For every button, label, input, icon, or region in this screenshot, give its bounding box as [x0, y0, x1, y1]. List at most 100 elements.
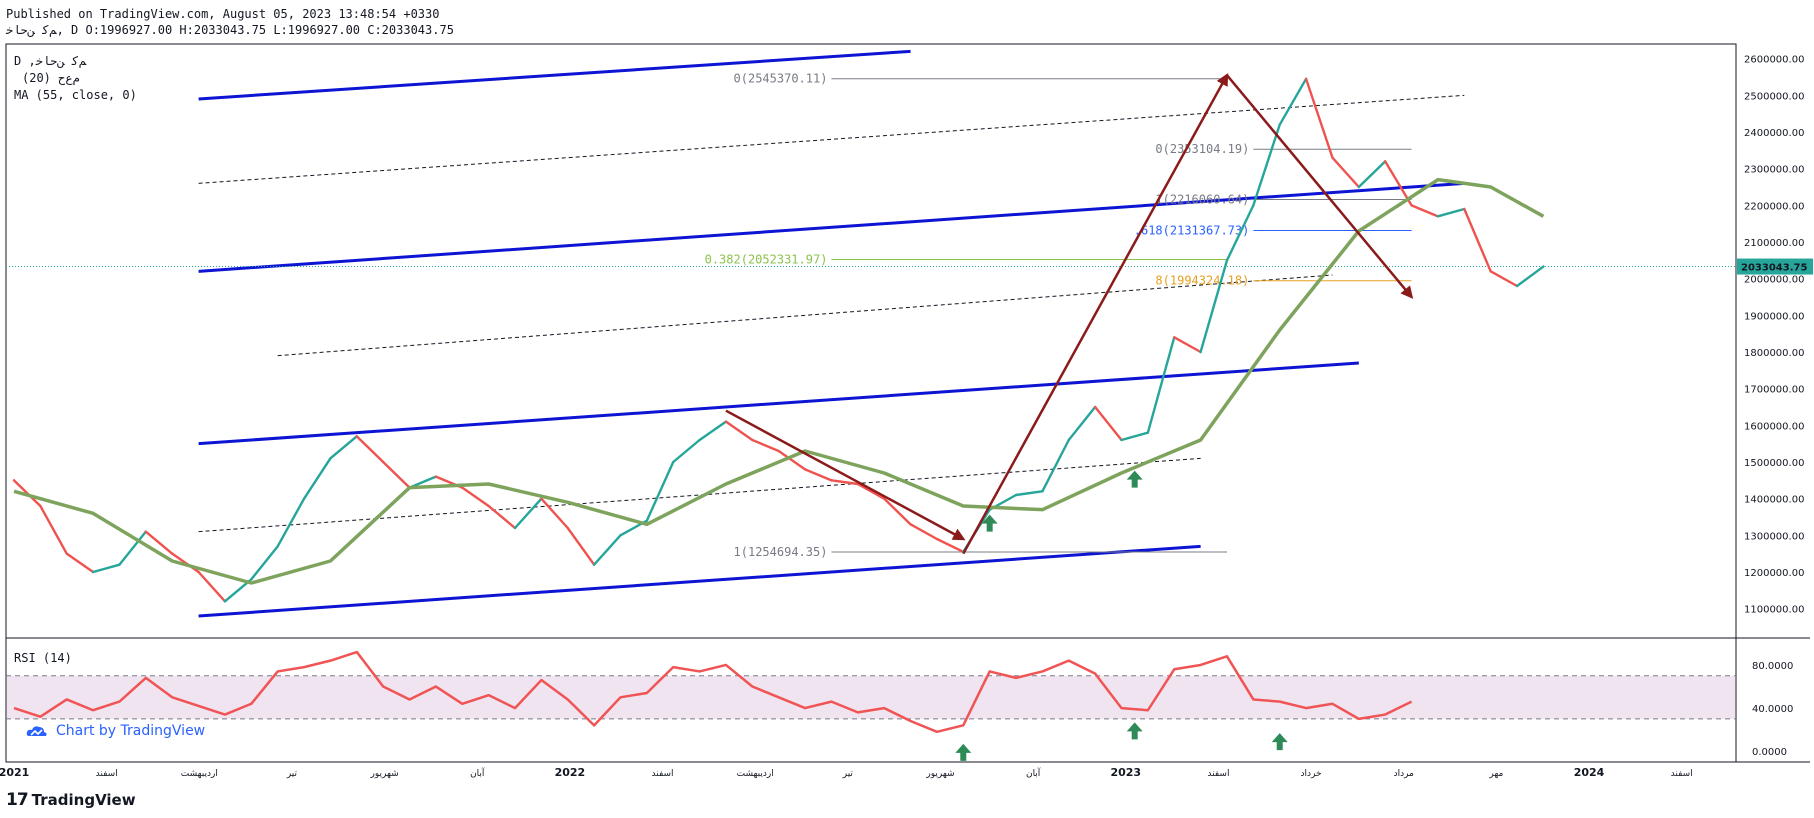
time-tick-label: شهریور — [925, 769, 954, 779]
price-candle-segment — [1067, 405, 1097, 442]
tradingview-logo-text: TradingView — [31, 791, 136, 809]
chart-credit-text: Chart by TradingView — [56, 723, 206, 739]
rsi-pane[interactable] — [6, 650, 1736, 761]
cloud-icon — [26, 726, 47, 736]
price-candle-segment — [1304, 77, 1334, 159]
price-candle-segment — [1357, 160, 1387, 189]
price-candle-segment — [144, 530, 174, 555]
price-tick-label: 2400000.00 — [1744, 128, 1804, 139]
price-tick-label: 1800000.00 — [1744, 348, 1804, 359]
price-candle-segment — [1093, 405, 1123, 442]
price-tick-label: 1300000.00 — [1744, 531, 1804, 542]
price-tick-label: 1100000.00 — [1744, 605, 1804, 616]
time-tick-label: آبان — [1026, 767, 1041, 779]
time-tick-label: 2021 — [0, 766, 29, 779]
time-tick-label: اسفند — [652, 769, 674, 779]
price-candle-segment — [513, 497, 543, 530]
trend-arrow-0 — [725, 409, 966, 541]
chart-frame — [5, 43, 1810, 763]
price-candle-segment — [1489, 270, 1519, 288]
rsi-tick-label: 40.0000 — [1752, 704, 1793, 715]
time-tick-label: اسفند — [96, 769, 118, 779]
time-tick-label: اسفند — [1671, 769, 1693, 779]
price-candle-segment — [329, 435, 358, 460]
price-candle-segment — [1041, 438, 1070, 493]
price-candle-segment — [381, 460, 411, 489]
price-candle-segment — [935, 537, 965, 554]
rsi-tick-label: 80.0000 — [1752, 661, 1793, 672]
price-candle-segment — [65, 552, 95, 574]
channel-line-1 — [198, 181, 1465, 273]
price-tick-label: 1900000.00 — [1744, 311, 1804, 322]
price-candle-segment — [1014, 490, 1044, 497]
fib-level-label-1: 0.382(2052331.97) — [705, 252, 828, 266]
time-tick-label: آبان — [470, 767, 485, 779]
up-arrow-icon — [1126, 722, 1143, 740]
price-candle-segment — [302, 457, 332, 500]
legend-symbol: D ,ﻢﮐ ﻦﺣﺎﺧ — [14, 54, 87, 69]
price-tick-label: 1400000.00 — [1744, 495, 1804, 506]
fib-level-label-6: 8(1994324.18) — [1155, 274, 1249, 288]
price-candle-segment — [355, 435, 385, 464]
trend-arrow-1 — [962, 72, 1229, 555]
time-tick-label: 2023 — [1110, 766, 1141, 779]
price-candle-segment — [1146, 336, 1176, 434]
price-candle-segment — [276, 497, 306, 548]
channel-line-2 — [198, 361, 1359, 446]
price-candle-segment — [698, 420, 728, 442]
price-candle-segment — [1410, 204, 1440, 218]
chart-credit[interactable]: Chart by TradingView — [20, 720, 212, 742]
price-tick-label: 2000000.00 — [1744, 275, 1804, 286]
up-arrow-icon — [1271, 733, 1288, 751]
fib-level-label-0: 0(2545370.11) — [734, 72, 828, 86]
price-candle-segment — [909, 523, 939, 541]
time-tick-label: اردیبهشت — [737, 769, 774, 779]
trend-arrow-2 — [1226, 74, 1414, 299]
price-candle-segment — [592, 534, 622, 566]
price-candle-segment — [856, 482, 886, 500]
ma-55-line — [13, 177, 1545, 585]
price-tick-label: 2100000.00 — [1744, 238, 1804, 249]
price-candle-segment — [250, 545, 279, 581]
price-candle-segment — [1173, 336, 1202, 354]
price-axis[interactable]: 2600000.00 2500000.00 2400000.00 2300000.00… — [1737, 55, 1813, 759]
price-candle-segment — [1463, 207, 1492, 273]
legend-indicator-1: (20) ﻡﻉﺡ — [22, 71, 80, 85]
time-axis[interactable]: 2021 اسفند اردیبهشت تیر شهریور آبان 2022 اسفند ا… — [0, 766, 1693, 779]
price-tick-label: 2200000.00 — [1744, 201, 1804, 212]
price-candle-segment — [1331, 156, 1361, 189]
price-candle-segment — [803, 468, 833, 482]
time-tick-label: اردیبهشت — [181, 769, 218, 779]
price-candle-segment — [197, 570, 227, 603]
price-candle-segment — [91, 563, 121, 574]
price-tick-label: 1700000.00 — [1744, 385, 1804, 396]
time-tick-label: 2022 — [555, 766, 586, 779]
price-tick-label: 1200000.00 — [1744, 568, 1804, 579]
time-tick-label: تیر — [286, 769, 298, 779]
price-tick-label: 2500000.00 — [1744, 91, 1804, 102]
price-candle-segment — [1278, 77, 1308, 126]
chart-canvas[interactable]: 0(2545370.11) 0.382(2052331.97) 1(1254694.… — [0, 0, 1814, 818]
time-tick-label: مرداد — [1394, 769, 1414, 779]
rsi-band — [7, 675, 1735, 719]
price-candle-segment — [1252, 123, 1281, 207]
price-candle-segment — [672, 438, 701, 464]
time-tick-label: اسفند — [1207, 769, 1229, 779]
rsi-tick-label: 0.0000 — [1752, 747, 1787, 758]
tradingview-logo[interactable]: 17 TradingView — [6, 790, 136, 810]
tradingview-logo-mark: 17 — [6, 790, 29, 810]
up-arrow-icon — [1126, 470, 1143, 488]
fib-level-label-4: 1(2216060.64) — [1155, 192, 1249, 206]
price-tick-label: 2600000.00 — [1744, 55, 1804, 66]
price-pane[interactable]: 0(2545370.11) 0.382(2052331.97) 1(1254694.… — [6, 49, 1736, 618]
rsi-label: RSI (14) — [14, 651, 72, 665]
price-tick-label: 2300000.00 — [1744, 165, 1804, 176]
time-tick-label: شهریور — [370, 769, 399, 779]
fib-level-label-2: 1(1254694.35) — [734, 545, 828, 559]
price-candle-segment — [1120, 431, 1150, 442]
price-candle-segment — [751, 438, 780, 453]
price-candle-segment — [1515, 265, 1545, 288]
fib-level-label-5: .618(2131367.73) — [1134, 223, 1250, 237]
price-tick-label: 1500000.00 — [1744, 458, 1804, 469]
price-candle-segment — [724, 420, 754, 442]
